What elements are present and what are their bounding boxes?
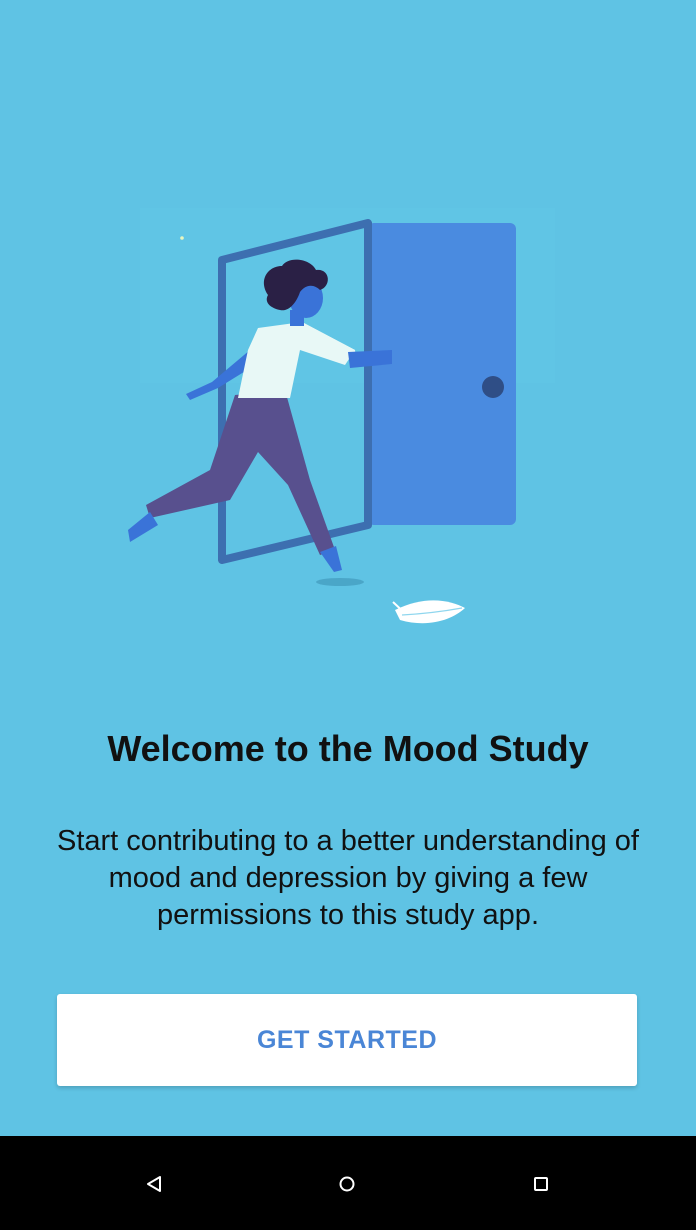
welcome-description: Start contributing to a better understan…	[57, 825, 639, 931]
android-navigation-bar	[0, 1136, 696, 1230]
back-icon[interactable]	[134, 1164, 174, 1204]
get-started-button[interactable]: GET STARTED	[57, 994, 637, 1086]
welcome-screen: Welcome to the Mood Study Start contribu…	[0, 0, 696, 1230]
recents-icon[interactable]	[521, 1164, 561, 1204]
home-icon[interactable]	[327, 1164, 367, 1204]
person-walking-through-door-illustration	[110, 200, 580, 650]
welcome-title: Welcome to the Mood Study	[107, 728, 589, 769]
